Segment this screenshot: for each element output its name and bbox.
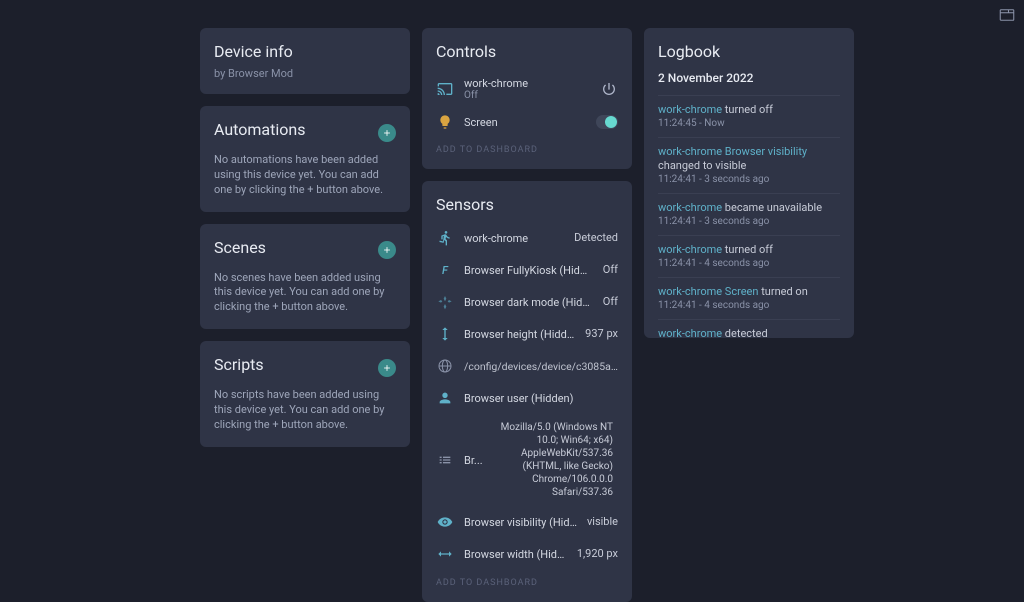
log-entity-link[interactable]: work-chrome Screen	[658, 285, 758, 298]
scenes-card: Scenes No scenes have been added using t…	[200, 224, 410, 330]
log-time: 11:24:41 - 4 seconds ago	[658, 258, 840, 269]
automations-title: Automations	[214, 120, 305, 139]
sensor-row[interactable]: Browser visibility (Hidden) visible	[436, 506, 618, 538]
screen-toggle[interactable]	[596, 115, 618, 129]
log-entity-link[interactable]: work-chrome	[658, 201, 722, 214]
sensor-value: visible	[587, 515, 618, 529]
scripts-empty-text: No scripts have been added using this de…	[214, 388, 396, 433]
sensor-value: 937 px	[585, 327, 618, 341]
control-label: work-chrome	[464, 77, 590, 90]
log-text: turned on	[758, 285, 807, 298]
scenes-empty-text: No scenes have been added using this dev…	[214, 271, 396, 316]
log-text: turned off	[722, 243, 773, 256]
control-label: Screen	[464, 116, 586, 129]
logbook-card: Logbook 2 November 2022 work-chrome turn…	[644, 28, 854, 338]
control-row-screen[interactable]: Screen	[436, 107, 618, 137]
sensor-row[interactable]: Br... Mozilla/5.0 (Windows NT 10.0; Win6…	[436, 414, 618, 506]
sensor-value: Mozilla/5.0 (Windows NT 10.0; Win64; x64…	[498, 421, 613, 499]
sensor-row[interactable]: F Browser FullyKiosk (Hidden) Off	[436, 254, 618, 286]
sensor-row[interactable]: Browser width (Hidden) 1,920 px	[436, 538, 618, 570]
fullykiosk-icon: F	[436, 261, 454, 279]
scripts-card: Scripts No scripts have been added using…	[200, 341, 410, 447]
log-time: 11:24:41 - 3 seconds ago	[658, 174, 840, 185]
device-info-title: Device info	[214, 42, 396, 61]
dark-mode-icon	[436, 293, 454, 311]
log-entity-link[interactable]: work-chrome	[658, 243, 722, 256]
control-sublabel: Off	[464, 90, 590, 101]
sensor-label: Browser FullyKiosk (Hidden)	[464, 264, 593, 277]
globe-icon	[436, 357, 454, 375]
logbook-entry[interactable]: work-chrome Browser visibility changed t…	[658, 137, 840, 193]
lightbulb-icon	[436, 113, 454, 131]
sensor-label: work-chrome	[464, 232, 564, 245]
cast-icon	[436, 80, 454, 98]
logbook-entry[interactable]: work-chrome detected 11:24:41 - 4 second…	[658, 319, 840, 338]
sensors-card: Sensors work-chrome Detected F Browser F…	[422, 181, 632, 602]
log-time: 11:24:41 - 4 seconds ago	[658, 300, 840, 311]
log-text: turned off	[722, 103, 773, 116]
sensor-row[interactable]: /config/devices/device/c3085a0c7861	[436, 350, 618, 382]
power-icon[interactable]	[600, 80, 618, 98]
log-entity-link[interactable]: work-chrome	[658, 327, 722, 338]
add-scene-button[interactable]	[378, 241, 396, 259]
log-entity-link[interactable]: work-chrome	[658, 103, 722, 116]
run-icon	[436, 229, 454, 247]
logbook-entry[interactable]: work-chrome became unavailable 11:24:41 …	[658, 193, 840, 235]
width-icon	[436, 545, 454, 563]
list-icon	[436, 451, 454, 469]
add-automation-button[interactable]	[378, 124, 396, 142]
sensor-value: Detected	[574, 231, 618, 245]
sensor-value: Off	[603, 263, 618, 277]
eye-icon	[436, 513, 454, 531]
controls-add-dashboard-link[interactable]: ADD TO DASHBOARD	[436, 137, 618, 155]
log-text: detected	[722, 327, 768, 338]
log-text: became unavailable	[722, 201, 822, 214]
device-info-card: Device info by Browser Mod	[200, 28, 410, 94]
control-row-cast[interactable]: work-chrome Off	[436, 71, 618, 107]
device-info-subtitle: by Browser Mod	[214, 67, 396, 80]
automations-empty-text: No automations have been added using thi…	[214, 153, 396, 198]
sensor-label: Browser user (Hidden)	[464, 392, 618, 405]
sensors-title: Sensors	[436, 195, 618, 214]
sensor-label: /config/devices/device/c3085a0c7861	[464, 360, 618, 373]
sensor-label: Br...	[464, 454, 488, 467]
user-icon	[436, 389, 454, 407]
log-entity-link[interactable]: work-chrome Browser visibility	[658, 145, 807, 158]
logbook-entry[interactable]: work-chrome turned off 11:24:41 - 4 seco…	[658, 235, 840, 277]
sensor-label: Browser visibility (Hidden)	[464, 516, 577, 529]
logbook-title: Logbook	[658, 42, 840, 61]
controls-card: Controls work-chrome Off Screen ADD TO D…	[422, 28, 632, 169]
sensor-value: Off	[603, 295, 618, 309]
sensor-value: 1,920 px	[577, 547, 618, 561]
sensor-row[interactable]: Browser height (Hidden) 937 px	[436, 318, 618, 350]
sensors-add-dashboard-link[interactable]: ADD TO DASHBOARD	[436, 570, 618, 588]
height-icon	[436, 325, 454, 343]
scripts-title: Scripts	[214, 355, 264, 374]
controls-title: Controls	[436, 42, 618, 61]
sensor-label: Browser height (Hidden)	[464, 328, 575, 341]
add-script-button[interactable]	[378, 359, 396, 377]
automations-card: Automations No automations have been add…	[200, 106, 410, 212]
logbook-entry[interactable]: work-chrome Screen turned on 11:24:41 - …	[658, 277, 840, 319]
logbook-entry[interactable]: work-chrome turned off 11:24:45 - Now	[658, 95, 840, 137]
window-icon	[998, 6, 1016, 27]
scenes-title: Scenes	[214, 238, 266, 257]
log-time: 11:24:41 - 3 seconds ago	[658, 216, 840, 227]
logbook-date: 2 November 2022	[658, 67, 840, 95]
sensor-label: Browser dark mode (Hidden)	[464, 296, 593, 309]
sensor-row[interactable]: Browser dark mode (Hidden) Off	[436, 286, 618, 318]
log-time: 11:24:45 - Now	[658, 118, 840, 129]
sensor-row[interactable]: Browser user (Hidden)	[436, 382, 618, 414]
sensor-row[interactable]: work-chrome Detected	[436, 222, 618, 254]
log-text: changed to visible	[658, 159, 746, 172]
sensor-label: Browser width (Hidden)	[464, 548, 567, 561]
